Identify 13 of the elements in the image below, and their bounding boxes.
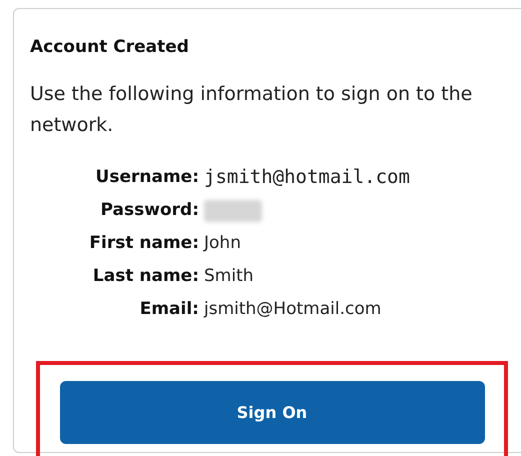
field-label: Password: xyxy=(100,198,200,222)
field-label: Email: xyxy=(138,298,200,321)
message-text: Use the following information to sign on to the network. xyxy=(30,82,474,138)
field-value: John xyxy=(204,232,241,255)
blurred-value xyxy=(204,200,262,222)
field-value: jsmith@hotmail.com xyxy=(204,165,410,190)
card-title: Account Created xyxy=(30,36,189,59)
field-value: Smith xyxy=(204,264,254,288)
sign-on-button[interactable]: Sign On xyxy=(60,381,484,444)
field-value: jsmith@Hotmail.com xyxy=(204,298,382,321)
field-label: First name: xyxy=(88,232,200,255)
field-label: Last name: xyxy=(92,264,200,288)
field-label: Username: xyxy=(94,166,200,189)
